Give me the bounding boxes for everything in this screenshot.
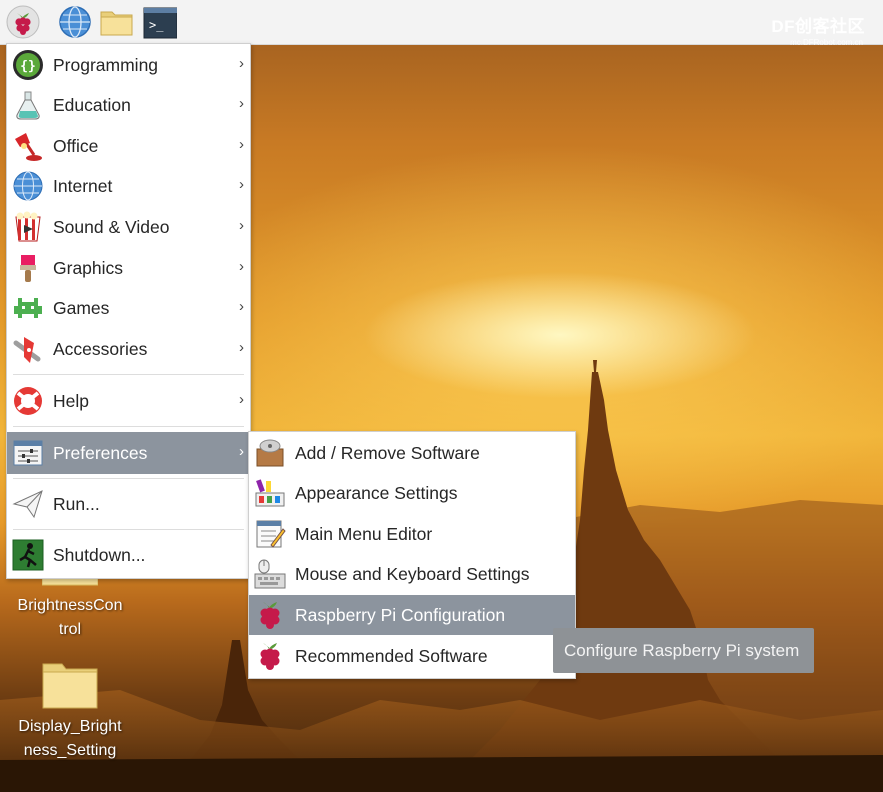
run-icon	[12, 490, 43, 519]
add-remove-software-icon	[256, 439, 284, 467]
watermark-brand: DF创客社区	[771, 17, 865, 36]
education-icon	[16, 91, 40, 120]
submenu-item-label: Mouse and Keyboard Settings	[295, 564, 530, 584]
games-icon	[14, 298, 42, 318]
submenu-arrow-icon: ›	[239, 217, 244, 234]
submenu-item-raspberry-pi-configuration[interactable]: Raspberry Pi Configuration	[249, 595, 575, 635]
submenu-arrow-icon: ›	[239, 136, 244, 153]
raspberry-pi-config-icon	[260, 602, 280, 629]
submenu-arrow-icon: ›	[239, 443, 244, 460]
raspberry-menu-icon[interactable]	[6, 5, 40, 39]
submenu-arrow-icon: ›	[239, 339, 244, 356]
menu-item-preferences[interactable]: Preferences ›	[7, 432, 250, 474]
shutdown-icon	[12, 539, 44, 571]
menu-item-games[interactable]: Games ›	[7, 288, 250, 328]
submenu-arrow-icon: ›	[239, 55, 244, 72]
graphics-icon	[20, 255, 36, 282]
menu-item-graphics[interactable]: Graphics ›	[7, 248, 250, 288]
menu-separator	[13, 426, 244, 427]
submenu-arrow-icon: ›	[239, 95, 244, 112]
watermark-url: mc.DFRobot.com.cn	[790, 38, 863, 47]
menu-item-label: Education	[53, 95, 131, 115]
menu-item-run[interactable]: Run...	[7, 484, 250, 524]
desktop-icon-label: ness_Setting	[23, 742, 117, 759]
mouse-keyboard-icon	[254, 559, 286, 589]
desktop-icon-label: Display_Bright	[18, 718, 122, 735]
submenu-item-recommended-software[interactable]: Recommended Software	[249, 636, 575, 676]
menu-item-label: Programming	[53, 55, 159, 75]
submenu-item-label: Raspberry Pi Configuration	[295, 605, 506, 625]
submenu-item-label: Appearance Settings	[295, 483, 458, 503]
menu-item-office[interactable]: Office ›	[7, 126, 250, 166]
menu-item-internet[interactable]: Internet ›	[7, 166, 250, 206]
terminal-icon[interactable]: >_	[143, 5, 178, 39]
internet-icon	[13, 171, 43, 201]
menu-item-label: Sound & Video	[53, 217, 170, 237]
submenu-arrow-icon: ›	[239, 176, 244, 193]
menu-separator	[13, 529, 244, 530]
menu-item-shutdown[interactable]: Shutdown...	[7, 535, 250, 575]
menu-item-label: Preferences	[53, 443, 148, 463]
accessories-icon	[13, 337, 41, 363]
menu-item-label: Graphics	[53, 258, 124, 278]
submenu-item-appearance-settings[interactable]: Appearance Settings	[249, 473, 575, 513]
menu-item-label: Help	[53, 391, 89, 411]
menu-item-education[interactable]: Education ›	[7, 85, 250, 125]
main-menu-editor-icon	[256, 520, 286, 548]
submenu-item-main-menu-editor[interactable]: Main Menu Editor	[249, 514, 575, 554]
submenu-arrow-icon: ›	[239, 298, 244, 315]
menu-item-accessories[interactable]: Accessories ›	[7, 329, 250, 369]
office-icon	[15, 133, 42, 161]
help-icon	[14, 387, 42, 415]
svg-text:{}: {}	[20, 59, 36, 74]
submenu-item-label: Recommended Software	[295, 646, 488, 666]
submenu-arrow-icon: ›	[239, 391, 244, 408]
preferences-icon	[13, 440, 43, 466]
submenu-item-label: Main Menu Editor	[295, 524, 433, 544]
terminal-prompt-glyph: >_	[149, 18, 164, 32]
preferences-submenu: Add / Remove Software Appearance Setting…	[248, 431, 576, 679]
menu-item-programming[interactable]: {} Programming ›	[7, 45, 250, 85]
menu-item-label: Shutdown...	[53, 545, 146, 565]
menu-separator	[13, 374, 244, 375]
programming-icon: {}	[13, 50, 43, 80]
menu-item-label: Run...	[53, 494, 100, 514]
web-browser-icon[interactable]	[58, 5, 92, 39]
main-menu: {} Programming › Education › Office › In…	[6, 43, 251, 579]
file-manager-icon[interactable]	[99, 5, 133, 39]
tooltip: Configure Raspberry Pi system	[553, 628, 814, 673]
submenu-item-add-remove-software[interactable]: Add / Remove Software	[249, 433, 575, 473]
recommended-software-icon	[260, 643, 280, 670]
menu-item-label: Accessories	[53, 339, 148, 359]
desktop-icon-label: trol	[58, 621, 82, 638]
menu-item-label: Office	[53, 136, 99, 156]
appearance-settings-icon	[255, 479, 285, 507]
menu-item-label: Games	[53, 298, 110, 318]
sound-video-icon	[15, 211, 41, 242]
submenu-item-mouse-keyboard-settings[interactable]: Mouse and Keyboard Settings	[249, 554, 575, 594]
tooltip-text: Configure Raspberry Pi system	[564, 641, 800, 660]
menu-item-help[interactable]: Help ›	[7, 381, 250, 421]
top-panel: >_	[0, 0, 883, 45]
menu-item-label: Internet	[53, 176, 113, 196]
desktop-icon-label: BrightnessCon	[17, 597, 123, 614]
submenu-item-label: Add / Remove Software	[295, 443, 480, 463]
folder-icon	[42, 663, 98, 709]
menu-item-sound-video[interactable]: Sound & Video ›	[7, 207, 250, 247]
submenu-arrow-icon: ›	[239, 258, 244, 275]
menu-separator	[13, 478, 244, 479]
